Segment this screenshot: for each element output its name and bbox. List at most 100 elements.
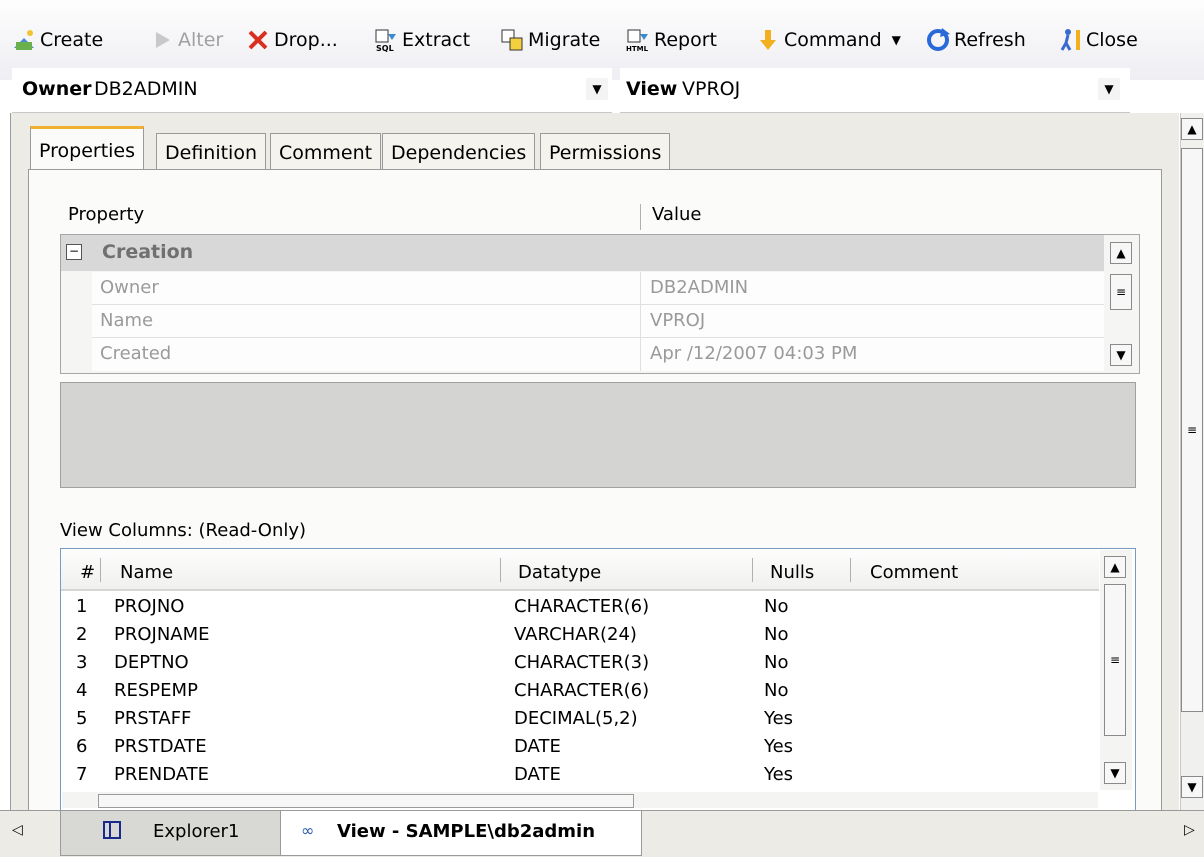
svg-text:SQL: SQL [376,44,394,52]
column-datatype: DATE [514,736,561,757]
row-number: 1 [76,596,88,617]
chevron-down-icon[interactable]: ▼ [586,78,608,100]
migrate-icon [501,29,523,51]
report-button[interactable]: HTML Report [626,24,717,56]
tab-dependencies[interactable]: Dependencies [382,133,536,169]
column-name: PROJNO [114,596,185,617]
scroll-thumb[interactable]: ≡ [1110,274,1132,310]
owner-value: DB2ADMIN [94,78,198,100]
horizontal-scroll-thumb[interactable] [98,794,634,808]
column-datatype: CHARACTER(6) [514,596,650,617]
column-nulls: Yes [764,708,794,729]
column-name: PROJNAME [114,624,210,645]
value-column-header: Value [652,204,702,225]
property-rows [92,272,1104,371]
column-header-name[interactable]: Name [120,562,173,583]
column-nulls: Yes [764,764,794,785]
column-header-nulls[interactable]: Nulls [770,562,814,583]
row-divider [92,304,1104,305]
row-number: 3 [76,652,88,673]
owner-label: Owner [22,78,92,100]
tab-scroll-right-icon[interactable]: ▷ [1184,822,1195,838]
column-divider [640,272,641,371]
delete-x-icon [248,30,268,50]
exit-icon [1060,29,1080,51]
column-name: DEPTNO [114,652,189,673]
tab-definition[interactable]: Definition [156,133,267,169]
scroll-thumb[interactable]: ≡ [1181,148,1203,712]
scroll-up-button[interactable]: ▲ [1110,242,1132,264]
tab-label: View - SAMPLE\db2admin [337,821,596,842]
tab-scroll-left-icon[interactable]: ◁ [12,822,23,838]
property-name: Created [100,343,172,364]
column-divider [640,204,641,230]
column-name: RESPEMP [114,680,198,701]
column-header-number: # [80,562,96,583]
migrate-button[interactable]: Migrate [500,24,600,56]
row-number: 5 [76,708,88,729]
column-divider [752,558,753,582]
column-nulls: No [764,680,789,701]
scroll-down-button[interactable]: ▼ [1110,344,1132,366]
column-datatype: CHARACTER(6) [514,680,650,701]
chevron-down-icon[interactable]: ▼ [1098,78,1120,100]
description-box [60,382,1136,488]
column-datatype: CHARACTER(3) [514,652,650,673]
svg-text:HTML: HTML [626,45,649,52]
drop-button[interactable]: Drop... [246,24,338,56]
tab-view-sample[interactable]: ∞ View - SAMPLE\db2admin [280,811,642,856]
property-value: Apr /12/2007 04:03 PM [650,343,858,364]
column-nulls: No [764,596,789,617]
create-icon [14,30,34,50]
column-nulls: No [764,624,789,645]
explorer-window-icon [103,821,121,839]
chevron-down-icon: ▼ [891,33,901,47]
column-divider [850,558,851,582]
arrow-down-icon [760,30,776,50]
close-button[interactable]: Close [1058,24,1138,56]
tab-label: Explorer1 [153,821,240,842]
property-name: Owner [100,277,159,298]
column-datatype: DATE [514,764,561,785]
row-number: 6 [76,736,88,757]
collapse-icon[interactable]: − [66,244,82,260]
refresh-button[interactable]: Refresh [926,24,1026,56]
row-number: 2 [76,624,88,645]
scroll-down-button[interactable]: ▼ [1181,776,1203,798]
alter-icon [156,32,170,48]
tab-comment[interactable]: Comment [270,133,382,169]
tab-explorer[interactable]: Explorer1 [60,811,282,856]
property-value: DB2ADMIN [650,277,749,298]
extract-sql-icon: SQL [375,29,396,52]
scroll-up-button[interactable]: ▲ [1181,118,1203,140]
column-name: PRENDATE [114,764,210,785]
column-datatype: VARCHAR(24) [514,624,637,645]
tab-properties[interactable]: Properties [30,126,145,170]
view-label: View [626,78,678,100]
create-button[interactable]: Create [12,24,103,56]
scroll-thumb[interactable]: ≡ [1104,584,1126,736]
alter-button[interactable]: Alter [150,24,223,56]
column-nulls: Yes [764,736,794,757]
column-divider [500,558,501,582]
scroll-down-button[interactable]: ▼ [1104,762,1126,784]
view-selector[interactable]: View VPROJ ▼ [620,68,1130,113]
command-dropdown-button[interactable]: Command ▼ [756,24,901,56]
column-header-datatype[interactable]: Datatype [518,562,601,583]
report-html-icon: HTML [626,29,649,52]
extract-button[interactable]: SQL Extract [374,24,470,56]
refresh-icon [927,28,950,51]
property-column-header: Property [68,204,145,225]
scroll-up-button[interactable]: ▲ [1104,556,1126,578]
view-columns-title: View Columns: (Read-Only) [60,520,307,541]
tab-permissions[interactable]: Permissions [540,133,671,169]
view-value: VPROJ [682,78,741,100]
binoculars-icon: ∞ [301,821,315,840]
row-number: 7 [76,764,88,785]
creation-group-header [61,235,1104,271]
column-header-comment[interactable]: Comment [870,562,958,583]
explorer-window-icon-divider [109,821,111,839]
column-divider [100,558,101,582]
column-nulls: No [764,652,789,673]
owner-selector[interactable]: Owner DB2ADMIN ▼ [12,68,612,113]
